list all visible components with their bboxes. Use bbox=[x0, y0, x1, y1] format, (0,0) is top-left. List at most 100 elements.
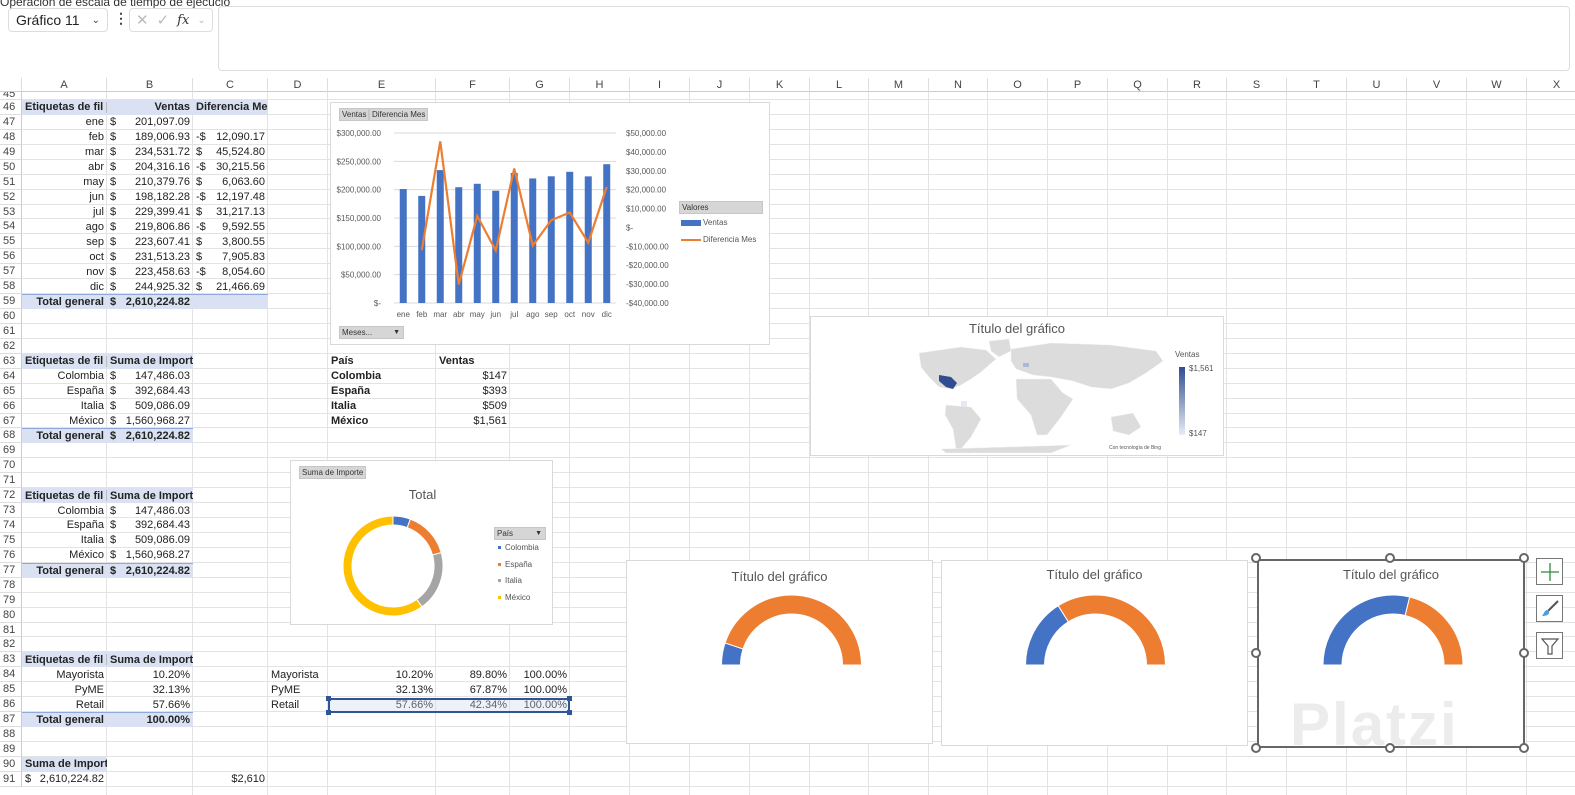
cell-E85[interactable]: 32.13% bbox=[328, 682, 436, 697]
resize-handle[interactable] bbox=[1251, 553, 1261, 563]
row-header-49[interactable]: 49 bbox=[0, 144, 22, 160]
gauge-chart-pyme[interactable]: Título del gráfico bbox=[941, 560, 1248, 746]
field-button-diferencia[interactable]: Diferencia Mes bbox=[369, 108, 429, 121]
row-header-85[interactable]: 85 bbox=[0, 682, 22, 698]
cell-B57[interactable]: $223,458.63 bbox=[107, 264, 193, 279]
cell-B65[interactable]: $392,684.43 bbox=[107, 384, 193, 399]
column-header-B[interactable]: B bbox=[107, 78, 193, 92]
cell-B86[interactable]: 57.66% bbox=[107, 697, 193, 712]
cell-B54[interactable]: $219,806.86 bbox=[107, 219, 193, 234]
row-header-67[interactable]: 67 bbox=[0, 413, 22, 429]
row-header-76[interactable]: 76 bbox=[0, 547, 22, 563]
row-header-62[interactable]: 62 bbox=[0, 338, 22, 354]
row-header-71[interactable]: 71 bbox=[0, 473, 22, 489]
cell-C49[interactable]: $45,524.80 bbox=[193, 145, 268, 160]
cell-F67[interactable]: $1,561 bbox=[436, 414, 510, 429]
column-header-T[interactable]: T bbox=[1287, 78, 1347, 92]
row-header-75[interactable]: 75 bbox=[0, 532, 22, 548]
cell-B73[interactable]: $147,486.03 bbox=[107, 503, 193, 518]
cell-F85[interactable]: 67.87% bbox=[436, 682, 510, 697]
cell-B63[interactable]: Suma de Importe bbox=[107, 353, 193, 369]
cell-A58[interactable]: dic bbox=[22, 279, 107, 294]
cell-B59[interactable]: $2,610,224.82 bbox=[107, 294, 193, 309]
column-header-N[interactable]: N bbox=[929, 78, 988, 92]
cell-B76[interactable]: $1,560,968.27 bbox=[107, 548, 193, 563]
row-header-89[interactable]: 89 bbox=[0, 741, 22, 757]
cell-E66[interactable]: Italia bbox=[328, 399, 436, 414]
cell-E64[interactable]: Colombia bbox=[328, 369, 436, 384]
cell-C55[interactable]: $3,800.55 bbox=[193, 234, 268, 249]
column-header-F[interactable]: F bbox=[436, 78, 510, 92]
column-header-W[interactable]: W bbox=[1467, 78, 1527, 92]
row-header-83[interactable]: 83 bbox=[0, 652, 22, 668]
cell-B72[interactable]: Suma de Importe bbox=[107, 488, 193, 504]
row-header-63[interactable]: 63 bbox=[0, 353, 22, 369]
cell-B77[interactable]: $2,610,224.82 bbox=[107, 562, 193, 578]
field-button-ventas[interactable]: Ventas bbox=[339, 108, 370, 121]
row-header-90[interactable]: 90 bbox=[0, 756, 22, 772]
cancel-icon[interactable]: ✕ bbox=[136, 11, 149, 29]
cell-B53[interactable]: $229,399.41 bbox=[107, 205, 193, 220]
row-header-77[interactable]: 77 bbox=[0, 562, 22, 578]
chart-filters-button[interactable] bbox=[1536, 632, 1563, 659]
insert-function-icon[interactable]: fx bbox=[177, 13, 189, 28]
resize-handle[interactable] bbox=[1251, 648, 1261, 658]
cell-B48[interactable]: $189,006.93 bbox=[107, 130, 193, 145]
gauge-chart-mayorista[interactable]: Título del gráfico bbox=[626, 560, 933, 744]
column-header-D[interactable]: D bbox=[268, 78, 328, 92]
column-header-R[interactable]: R bbox=[1168, 78, 1227, 92]
row-header-81[interactable]: 81 bbox=[0, 622, 22, 638]
cell-C51[interactable]: $6,063.60 bbox=[193, 175, 268, 190]
row-header-87[interactable]: 87 bbox=[0, 712, 22, 728]
column-header-U[interactable]: U bbox=[1347, 78, 1407, 92]
cell-A49[interactable]: mar bbox=[22, 145, 107, 160]
cell-A86[interactable]: Retail bbox=[22, 697, 107, 712]
cell-C50[interactable]: -$ 30,215.56 bbox=[193, 160, 268, 175]
cell-B55[interactable]: $223,607.41 bbox=[107, 234, 193, 249]
cell-B67[interactable]: $1,560,968.27 bbox=[107, 414, 193, 429]
row-header-64[interactable]: 64 bbox=[0, 368, 22, 384]
cell-E65[interactable]: España bbox=[328, 384, 436, 399]
column-header-K[interactable]: K bbox=[750, 78, 810, 92]
cell-C58[interactable]: $21,466.69 bbox=[193, 279, 268, 294]
column-header-A[interactable]: A bbox=[22, 78, 107, 92]
cell-F84[interactable]: 89.80% bbox=[436, 667, 510, 682]
map-chart[interactable]: Título del gráfico Ventas $1,561 $147 Co… bbox=[810, 316, 1224, 456]
cell-B75[interactable]: $509,086.09 bbox=[107, 533, 193, 548]
row-header-51[interactable]: 51 bbox=[0, 174, 22, 190]
selection-handle[interactable] bbox=[326, 710, 331, 715]
column-header-X[interactable]: X bbox=[1527, 78, 1575, 92]
cell-B51[interactable]: $210,379.76 bbox=[107, 175, 193, 190]
cell-A68[interactable]: Total general bbox=[22, 428, 107, 444]
chart-styles-button[interactable] bbox=[1536, 595, 1563, 622]
row-header-60[interactable]: 60 bbox=[0, 309, 22, 324]
selection-handle[interactable] bbox=[567, 710, 572, 715]
resize-handle[interactable] bbox=[1519, 553, 1529, 563]
row-header-48[interactable]: 48 bbox=[0, 129, 22, 145]
cell-B87[interactable]: 100.00% bbox=[107, 712, 193, 728]
row-header-91[interactable]: 91 bbox=[0, 771, 22, 787]
cell-A91[interactable]: $2,610,224.82 bbox=[22, 772, 107, 787]
name-box[interactable]: Gráfico 11 ⌄ bbox=[8, 8, 108, 32]
cell-C53[interactable]: $31,217.13 bbox=[193, 205, 268, 220]
cell-B46[interactable]: Ventas bbox=[107, 100, 193, 115]
cell-D86[interactable]: Retail bbox=[268, 697, 328, 712]
row-header-52[interactable]: 52 bbox=[0, 189, 22, 205]
column-header-Q[interactable]: Q bbox=[1108, 78, 1168, 92]
cell-A50[interactable]: abr bbox=[22, 160, 107, 175]
cell-E84[interactable]: 10.20% bbox=[328, 667, 436, 682]
cell-A55[interactable]: sep bbox=[22, 234, 107, 249]
resize-handle[interactable] bbox=[1385, 553, 1395, 563]
cell-C59[interactable] bbox=[193, 294, 268, 309]
cell-A66[interactable]: Italia bbox=[22, 399, 107, 414]
donut-chart[interactable]: Suma de Importe Total País ▼ Colombia Espa… bbox=[290, 460, 553, 625]
column-header-E[interactable]: E bbox=[328, 78, 436, 92]
cell-F65[interactable]: $393 bbox=[436, 384, 510, 399]
cell-F66[interactable]: $509 bbox=[436, 399, 510, 414]
cell-F64[interactable]: $147 bbox=[436, 369, 510, 384]
row-header-69[interactable]: 69 bbox=[0, 443, 22, 459]
row-header-82[interactable]: 82 bbox=[0, 637, 22, 653]
row-header-72[interactable]: 72 bbox=[0, 488, 22, 504]
cell-A47[interactable]: ene bbox=[22, 115, 107, 130]
cell-A84[interactable]: Mayorista bbox=[22, 667, 107, 682]
